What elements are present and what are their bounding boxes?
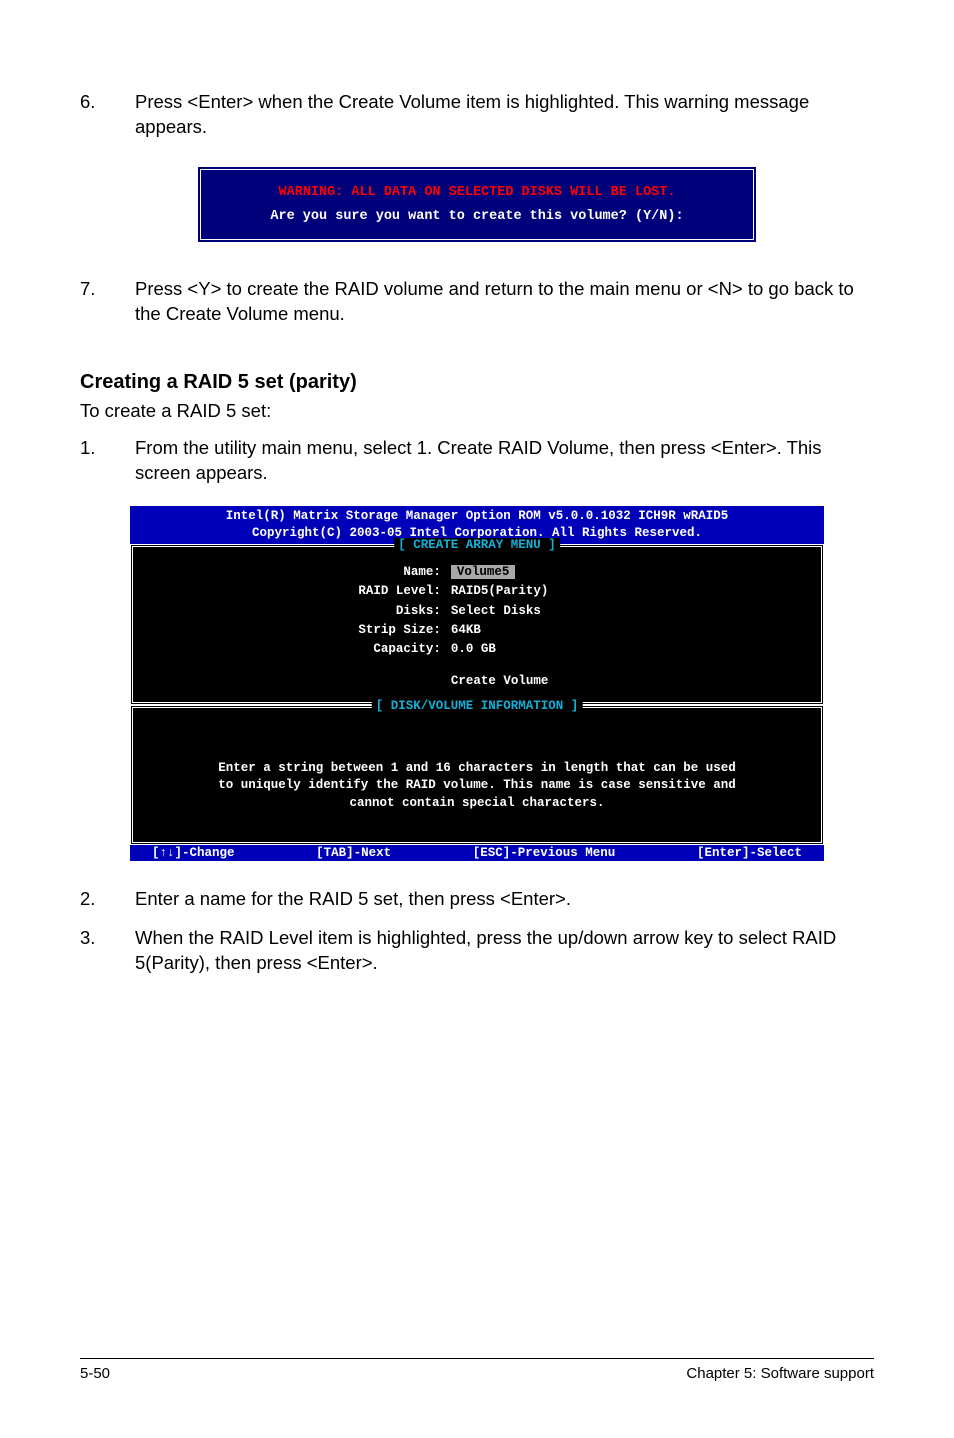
step-3: 3. When the RAID Level item is highlight… — [80, 926, 874, 976]
field-disks: Disks: Select Disks — [151, 602, 803, 621]
panel-title: [ DISK/VOLUME INFORMATION ] — [372, 699, 583, 713]
info-line: Enter a string between 1 and 16 characte… — [151, 760, 803, 778]
info-text: Enter a string between 1 and 16 characte… — [151, 760, 803, 813]
step-text: Press <Y> to create the RAID volume and … — [135, 277, 874, 327]
bios-footer: [↑↓]-Change [TAB]-Next [ESC]-Previous Me… — [130, 845, 824, 861]
info-line: cannot contain special characters. — [151, 795, 803, 813]
step-6: 6. Press <Enter> when the Create Volume … — [80, 90, 874, 140]
step-number: 3. — [80, 926, 135, 976]
step-2: 2. Enter a name for the RAID 5 set, then… — [80, 887, 874, 912]
footer-key-change: [↑↓]-Change — [152, 846, 235, 860]
disks-value[interactable]: Select Disks — [451, 602, 541, 621]
info-line: to uniquely identify the RAID volume. Th… — [151, 777, 803, 795]
section-subtext: To create a RAID 5 set: — [80, 400, 874, 422]
bios-window: Intel(R) Matrix Storage Manager Option R… — [130, 506, 824, 861]
field-name: Name: Volume5 — [151, 563, 803, 582]
warning-dialog-wrapper: WARNING: ALL DATA ON SELECTED DISKS WILL… — [80, 166, 874, 243]
step-text: Press <Enter> when the Create Volume ite… — [135, 90, 874, 140]
chapter-label: Chapter 5: Software support — [686, 1365, 874, 1382]
create-array-panel: [ CREATE ARRAY MENU ] Name: Volume5 RAID… — [130, 544, 824, 705]
field-label: Strip Size: — [151, 621, 451, 640]
name-input[interactable]: Volume5 — [451, 565, 516, 579]
page-footer: 5-50 Chapter 5: Software support — [80, 1358, 874, 1382]
confirm-text: Are you sure you want to create this vol… — [219, 206, 735, 228]
step-number: 1. — [80, 436, 135, 486]
panel-title: [ CREATE ARRAY MENU ] — [394, 538, 560, 552]
field-label: Capacity: — [151, 640, 451, 659]
step-number: 6. — [80, 90, 135, 140]
step-text: When the RAID Level item is highlighted,… — [135, 926, 874, 976]
warning-dialog: WARNING: ALL DATA ON SELECTED DISKS WILL… — [197, 166, 757, 243]
field-capacity: Capacity: 0.0 GB — [151, 640, 803, 659]
step-number: 2. — [80, 887, 135, 912]
strip-size-value[interactable]: 64KB — [451, 621, 481, 640]
section-heading: Creating a RAID 5 set (parity) — [80, 371, 874, 394]
step-text: Enter a name for the RAID 5 set, then pr… — [135, 887, 874, 912]
step-number: 7. — [80, 277, 135, 327]
footer-key-next: [TAB]-Next — [316, 846, 391, 860]
disk-volume-info-panel: [ DISK/VOLUME INFORMATION ] Enter a stri… — [130, 705, 824, 845]
bios-header-line1: Intel(R) Matrix Storage Manager Option R… — [136, 508, 818, 525]
field-label: Disks: — [151, 602, 451, 621]
field-strip-size: Strip Size: 64KB — [151, 621, 803, 640]
footer-key-select: [Enter]-Select — [697, 846, 802, 860]
capacity-value[interactable]: 0.0 GB — [451, 640, 496, 659]
field-label: Name: — [151, 563, 451, 582]
raid-level-value[interactable]: RAID5(Parity) — [451, 582, 549, 601]
warning-text: WARNING: ALL DATA ON SELECTED DISKS WILL… — [219, 182, 735, 204]
create-volume-button[interactable]: Create Volume — [151, 674, 803, 688]
field-raid-level: RAID Level: RAID5(Parity) — [151, 582, 803, 601]
footer-key-prev: [ESC]-Previous Menu — [473, 846, 616, 860]
fields: Name: Volume5 RAID Level: RAID5(Parity) … — [151, 563, 803, 688]
bios-screenshot: Intel(R) Matrix Storage Manager Option R… — [80, 506, 874, 861]
step-7: 7. Press <Y> to create the RAID volume a… — [80, 277, 874, 327]
page-number: 5-50 — [80, 1365, 110, 1382]
step-text: From the utility main menu, select 1. Cr… — [135, 436, 874, 486]
step-1: 1. From the utility main menu, select 1.… — [80, 436, 874, 486]
field-label: RAID Level: — [151, 582, 451, 601]
